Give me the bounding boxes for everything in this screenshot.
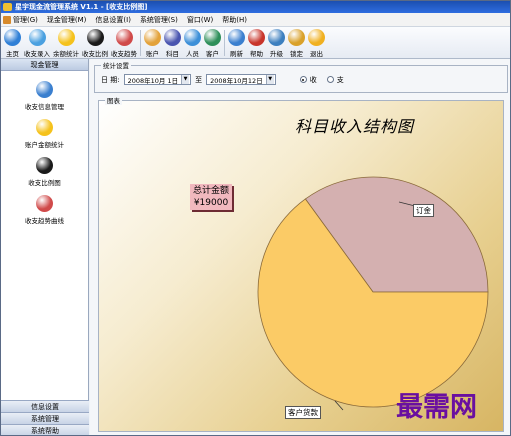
subject-button[interactable]: 科目 bbox=[164, 27, 181, 58]
menu-info-settings[interactable]: 信息设置(I) bbox=[95, 15, 131, 25]
menu-system[interactable]: 系统管理(S) bbox=[140, 15, 178, 25]
refresh-icon bbox=[228, 29, 245, 46]
menu-window[interactable]: 窗口(W) bbox=[187, 15, 213, 25]
balance-label: 余额统计 bbox=[53, 50, 79, 58]
sidebar-item-ratio-chart[interactable]: 收支比例图 bbox=[1, 157, 88, 187]
trend-label: 收支趋势 bbox=[111, 50, 137, 58]
window-title: 星宇现金流管理系统 V1.1 - [收支比例图] bbox=[15, 3, 148, 11]
chevron-down-icon[interactable]: ▼ bbox=[181, 75, 190, 84]
watermark: 最需网 bbox=[396, 392, 477, 423]
main-window: 星宇现金流管理系统 V1.1 - [收支比例图] 管理(G) 现金管理(M) 信… bbox=[0, 0, 511, 436]
date-to-picker[interactable]: 2008年10月12日 ▼ bbox=[206, 74, 276, 85]
info-icon bbox=[36, 81, 53, 98]
entry-icon bbox=[28, 29, 46, 46]
star-icon bbox=[57, 29, 75, 46]
menu-cash[interactable]: 现金管理(M) bbox=[47, 15, 87, 25]
sidebar-item-label: 收支比例图 bbox=[28, 179, 61, 187]
sidebar-item-account-stats[interactable]: 账户金额统计 bbox=[1, 119, 88, 149]
trend-icon bbox=[115, 29, 133, 46]
balance-button[interactable]: 余额统计 bbox=[53, 27, 79, 58]
sidebar-tab-info-settings[interactable]: 信息设置 bbox=[1, 400, 89, 412]
sidebar-tab-help[interactable]: 系统帮助 bbox=[1, 424, 89, 435]
ratio-button[interactable]: 收支比例 bbox=[82, 27, 108, 58]
date-label: 日 期: bbox=[101, 75, 120, 84]
pie-chart bbox=[257, 176, 489, 411]
subject-icon bbox=[164, 29, 181, 46]
people-icon bbox=[184, 29, 201, 46]
account-button[interactable]: 账户 bbox=[144, 27, 161, 58]
pie-label-customer-payment: 客户货款 bbox=[285, 406, 321, 419]
trend-icon bbox=[36, 195, 53, 212]
lock-button[interactable]: 锁定 bbox=[288, 27, 305, 58]
toolbar-separator bbox=[224, 30, 225, 56]
sidebar-header[interactable]: 现金管理 bbox=[1, 59, 88, 71]
date-from-value: 2008年10月 1日 bbox=[127, 76, 179, 85]
upgrade-button[interactable]: 升级 bbox=[268, 27, 285, 58]
customer-label: 客户 bbox=[206, 50, 219, 58]
system-menu-icon[interactable] bbox=[3, 16, 11, 24]
menu-manage[interactable]: 管理(G) bbox=[13, 15, 38, 25]
sidebar-item-label: 收支趋势曲线 bbox=[25, 217, 64, 225]
customer-button[interactable]: 客户 bbox=[204, 27, 221, 58]
sidebar-item-label: 账户金额统计 bbox=[25, 141, 64, 149]
star-icon bbox=[36, 119, 53, 136]
lock-icon bbox=[288, 29, 305, 46]
home-icon bbox=[4, 29, 21, 46]
menu-help[interactable]: 帮助(H) bbox=[222, 15, 247, 25]
filter-row: 日 期: 2008年10月 1日 ▼ 至 2008年10月12日 ▼ 收 支 bbox=[101, 74, 344, 85]
sidebar-item-label: 收支信息管理 bbox=[25, 103, 64, 111]
to-label: 至 bbox=[195, 75, 203, 84]
help-icon bbox=[248, 29, 265, 46]
menu-bar: 管理(G) 现金管理(M) 信息设置(I) 系统管理(S) 窗口(W) 帮助(H… bbox=[1, 13, 510, 27]
home-label: 主页 bbox=[6, 50, 19, 58]
radio-income-dot[interactable] bbox=[299, 76, 307, 83]
radio-income-label: 收 bbox=[309, 75, 317, 84]
chevron-down-icon[interactable]: ▼ bbox=[265, 75, 274, 84]
radiation-icon bbox=[36, 157, 53, 174]
upgrade-label: 升级 bbox=[270, 50, 283, 58]
exit-button[interactable]: 退出 bbox=[308, 27, 325, 58]
trend-button[interactable]: 收支趋势 bbox=[111, 27, 137, 58]
refresh-label: 刷新 bbox=[230, 50, 243, 58]
radio-expense-label: 支 bbox=[336, 75, 344, 84]
customer-icon bbox=[204, 29, 221, 46]
account-label: 账户 bbox=[146, 50, 159, 58]
people-button[interactable]: 人员 bbox=[184, 27, 201, 58]
title-bar: 星宇现金流管理系统 V1.1 - [收支比例图] bbox=[1, 1, 510, 13]
subject-label: 科目 bbox=[166, 50, 179, 58]
chart-panel: 图表 科目收入结构图 总计金额 ¥19000 订金 客户货款 bbox=[98, 95, 504, 432]
pie-label-deposit: 订金 bbox=[413, 204, 434, 217]
sidebar-tab-system[interactable]: 系统管理 bbox=[1, 412, 89, 424]
lock-label: 锁定 bbox=[290, 50, 303, 58]
toolbar-separator bbox=[140, 30, 141, 56]
home-button[interactable]: 主页 bbox=[4, 27, 21, 58]
refresh-button[interactable]: 刷新 bbox=[228, 27, 245, 58]
date-to-value: 2008年10月12日 bbox=[210, 76, 263, 85]
entry-button[interactable]: 收支录入 bbox=[24, 27, 50, 58]
main-area: 统计设置 日 期: 2008年10月 1日 ▼ 至 2008年10月12日 ▼ … bbox=[90, 59, 510, 435]
app-icon bbox=[3, 3, 12, 11]
help-label: 帮助 bbox=[250, 50, 263, 58]
help-button[interactable]: 帮助 bbox=[248, 27, 265, 58]
upgrade-icon bbox=[268, 29, 285, 46]
radiation-icon bbox=[86, 29, 104, 46]
date-from-picker[interactable]: 2008年10月 1日 ▼ bbox=[123, 74, 192, 85]
sidebar: 现金管理 收支信息管理 账户金额统计 收支比例图 收支趋势曲线 信息设置 系统管… bbox=[1, 59, 89, 435]
radio-expense[interactable]: 支 bbox=[326, 75, 344, 85]
filter-group-title: 统计设置 bbox=[101, 60, 131, 70]
sidebar-item-trend-curve[interactable]: 收支趋势曲线 bbox=[1, 195, 88, 225]
radio-income[interactable]: 收 bbox=[299, 75, 317, 85]
entry-label: 收支录入 bbox=[24, 50, 50, 58]
toolbar: 主页 收支录入 余额统计 收支比例 收支趋势 账户 科目 人员 客户 刷新 帮助… bbox=[1, 27, 510, 59]
ratio-label: 收支比例 bbox=[82, 50, 108, 58]
exit-label: 退出 bbox=[310, 50, 323, 58]
sidebar-item-income-info[interactable]: 收支信息管理 bbox=[1, 81, 88, 111]
radio-expense-dot[interactable] bbox=[326, 76, 334, 83]
filter-group: 统计设置 日 期: 2008年10月 1日 ▼ 至 2008年10月12日 ▼ … bbox=[94, 60, 508, 93]
people-label: 人员 bbox=[186, 50, 199, 58]
exit-icon bbox=[308, 29, 325, 46]
account-icon bbox=[144, 29, 161, 46]
